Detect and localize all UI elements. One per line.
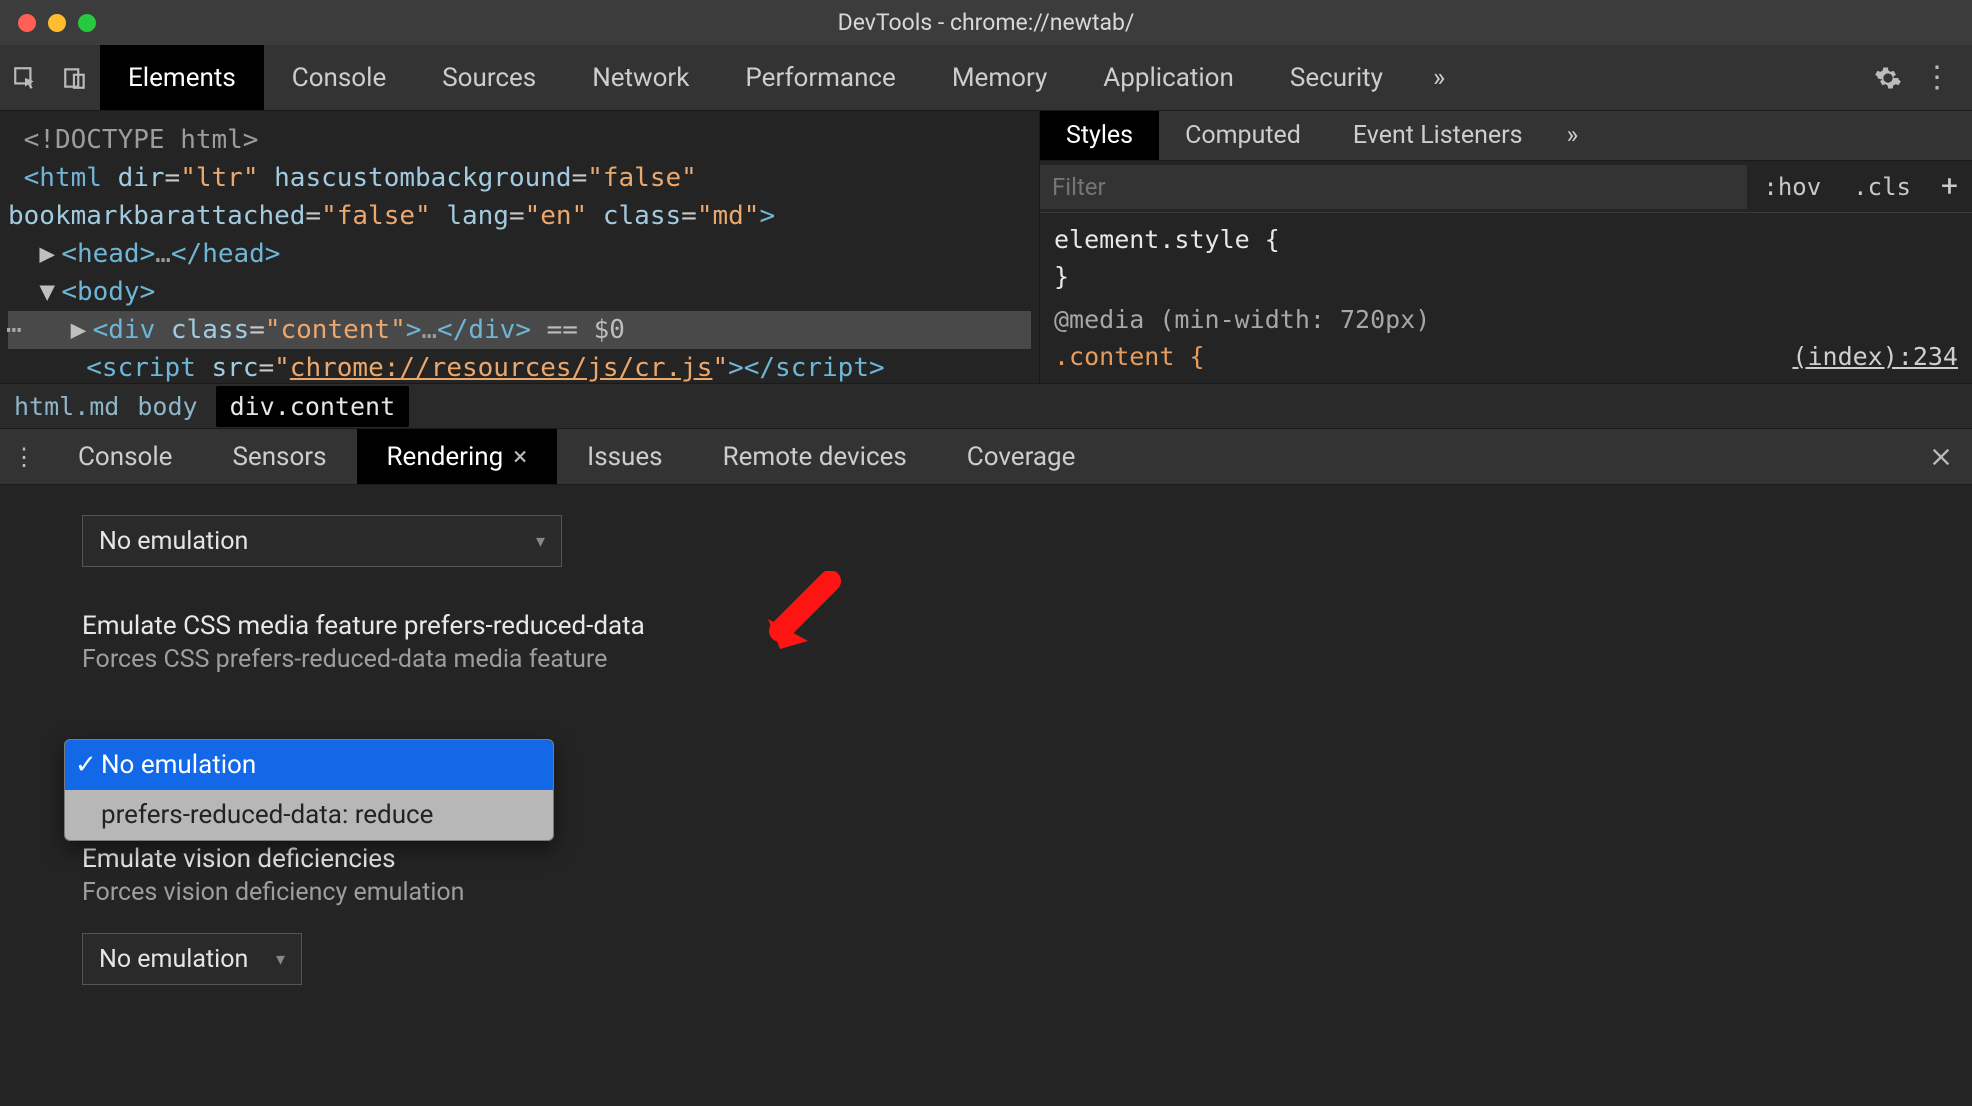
settings-icon[interactable]	[1874, 64, 1902, 92]
toggle-hov[interactable]: :hov	[1747, 173, 1837, 201]
drawer-tab-coverage[interactable]: Coverage	[937, 429, 1106, 484]
chevron-double-right-icon: »	[1433, 63, 1445, 93]
setting-prefers-reduced-data: Emulate CSS media feature prefers-reduce…	[82, 611, 1972, 674]
setting-title: Emulate vision deficiencies	[82, 844, 1972, 874]
tab-elements[interactable]: Elements	[100, 45, 264, 110]
close-tab-icon[interactable]: ×	[513, 442, 527, 472]
drawer-tabs: ⋮ Console Sensors Rendering× Issues Remo…	[0, 429, 1972, 485]
new-style-rule-icon[interactable]: +	[1927, 169, 1972, 204]
media-rule: @media (min-width: 720px)	[1054, 301, 1958, 338]
tab-security[interactable]: Security	[1262, 45, 1411, 110]
dom-selected-node[interactable]: ⋯ ▶<div class="content">…</div> == $0	[8, 311, 1031, 349]
dropdown-option-no-emulation[interactable]: No emulation	[65, 740, 553, 790]
tab-network[interactable]: Network	[564, 45, 717, 110]
caret-down-icon: ▾	[276, 949, 285, 970]
drawer: ⋮ Console Sensors Rendering× Issues Remo…	[0, 428, 1972, 1106]
drawer-close-icon[interactable]	[1910, 429, 1972, 484]
source-link[interactable]: (index):234	[1792, 338, 1958, 375]
breadcrumb-item[interactable]: html.md	[14, 392, 119, 421]
minimize-window-icon[interactable]	[48, 14, 66, 32]
tab-application[interactable]: Application	[1075, 45, 1262, 110]
emulate-css-media-type-select[interactable]: No emulation ▾	[82, 515, 562, 567]
close-window-icon[interactable]	[18, 14, 36, 32]
selector: .content {	[1054, 342, 1205, 371]
titlebar: DevTools - chrome://newtab/	[0, 0, 1972, 45]
styles-filter-input[interactable]	[1040, 165, 1747, 209]
styles-pane: Styles Computed Event Listeners » :hov .…	[1040, 111, 1972, 383]
dropdown-option-reduce[interactable]: prefers-reduced-data: reduce	[65, 790, 553, 840]
tab-overflow[interactable]: »	[1411, 45, 1467, 110]
setting-desc: Forces CSS prefers-reduced-data media fe…	[82, 645, 1972, 674]
zoom-window-icon[interactable]	[78, 14, 96, 32]
element-style-close: }	[1054, 262, 1069, 291]
main-tabs: Elements Console Sources Network Perform…	[100, 45, 1467, 110]
elements-row: <!DOCTYPE html> <html dir="ltr" hascusto…	[0, 111, 1972, 383]
drawer-tab-issues[interactable]: Issues	[557, 429, 692, 484]
inspect-icon[interactable]	[0, 45, 50, 110]
toggle-cls[interactable]: .cls	[1837, 173, 1927, 201]
tab-styles[interactable]: Styles	[1040, 111, 1159, 160]
breadcrumb: html.md body div.content	[0, 383, 1972, 428]
kebab-menu-icon[interactable]: ⋮	[1922, 60, 1952, 95]
dom-doctype: <!DOCTYPE html>	[24, 125, 259, 155]
styles-body[interactable]: element.style { } @media (min-width: 720…	[1040, 213, 1972, 383]
tab-console[interactable]: Console	[264, 45, 414, 110]
breadcrumb-item[interactable]: body	[137, 392, 197, 421]
setting-desc: Forces vision deficiency emulation	[82, 878, 1972, 907]
prefers-reduced-data-dropdown[interactable]: No emulation prefers-reduced-data: reduc…	[64, 739, 554, 841]
annotation-arrow-icon	[760, 571, 850, 671]
drawer-tab-console[interactable]: Console	[48, 429, 202, 484]
drawer-tab-sensors[interactable]: Sensors	[202, 429, 356, 484]
tab-computed[interactable]: Computed	[1159, 111, 1327, 160]
styles-filter-row: :hov .cls +	[1040, 161, 1972, 213]
setting-title: Emulate CSS media feature prefers-reduce…	[82, 611, 1972, 641]
rendering-panel: No emulation ▾ Emulate CSS media feature…	[0, 485, 1972, 1106]
element-style-open: element.style {	[1054, 225, 1280, 254]
drawer-tab-rendering[interactable]: Rendering×	[357, 429, 558, 484]
window-controls	[0, 14, 96, 32]
tab-memory[interactable]: Memory	[924, 45, 1075, 110]
window-title: DevTools - chrome://newtab/	[0, 9, 1972, 36]
tab-performance[interactable]: Performance	[717, 45, 923, 110]
chevron-double-right-icon: »	[1567, 121, 1579, 150]
caret-down-icon: ▾	[536, 531, 545, 552]
breadcrumb-item-active[interactable]: div.content	[216, 386, 410, 427]
drawer-menu-icon[interactable]: ⋮	[0, 429, 48, 484]
setting-vision-deficiencies: Emulate vision deficiencies Forces visio…	[82, 844, 1972, 907]
tab-event-listeners[interactable]: Event Listeners	[1327, 111, 1549, 160]
tab-sources[interactable]: Sources	[414, 45, 564, 110]
styles-tabs-overflow[interactable]: »	[1549, 111, 1597, 160]
dom-tree[interactable]: <!DOCTYPE html> <html dir="ltr" hascusto…	[0, 111, 1040, 383]
drawer-tab-remote-devices[interactable]: Remote devices	[693, 429, 937, 484]
device-toolbar-icon[interactable]	[50, 45, 100, 110]
main-toolbar: Elements Console Sources Network Perform…	[0, 45, 1972, 111]
styles-tabs: Styles Computed Event Listeners »	[1040, 111, 1972, 161]
vision-deficiency-select[interactable]: No emulation ▾	[82, 933, 302, 985]
